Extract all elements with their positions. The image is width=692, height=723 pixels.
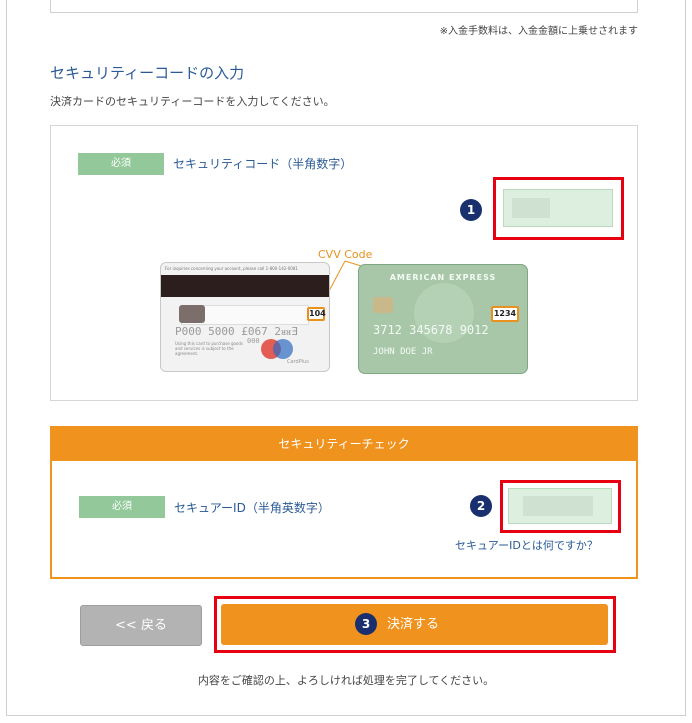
card-back-fine-print: Using this card to purchase goods and se… (175, 341, 244, 356)
back-button[interactable]: << 戻る (80, 605, 202, 646)
secure-id-label: セキュアーID（半角英数字） (174, 501, 330, 515)
magnetic-stripe (161, 275, 329, 297)
section-title: セキュリティーコードの入力 (50, 64, 245, 82)
required-badge: 必須 (79, 496, 165, 518)
card-back-chip (179, 305, 205, 323)
card-back-small-digits: 000 (247, 337, 260, 345)
pay-button[interactable]: 3 決済する (221, 604, 608, 645)
card-logo-blue (273, 339, 293, 359)
secure-id-help-link[interactable]: セキュアーIDとは何ですか？ (455, 537, 598, 553)
cvv-highlight-amex: 1234 (491, 306, 519, 322)
step-3-badge: 3 (355, 613, 377, 635)
amex-chip (373, 297, 393, 313)
card-back-illustration: For inquiries concerning your account, p… (160, 262, 330, 372)
required-badge: 必須 (78, 153, 164, 175)
security-code-label: セキュリティコード（半角数字） (173, 157, 353, 171)
masked-value (512, 198, 550, 218)
security-check-header: セキュリティーチェック (52, 428, 636, 461)
cvv-highlight-back: 104 (307, 307, 326, 321)
security-code-panel: 必須 セキュリティコード（半角数字） (50, 125, 638, 401)
masked-value (523, 496, 593, 516)
pay-button-label: 決済する (387, 617, 440, 632)
card-back-brand: CardPlus (287, 359, 309, 365)
step-2-badge: 2 (470, 495, 492, 517)
fee-note: ※入金手数料は、入金金額に上乗せされます (439, 26, 638, 37)
amex-card-holder: JOHN DOE JR (373, 347, 433, 357)
section-description: 決済カードのセキュリティーコードを入力してください。 (50, 95, 335, 108)
security-code-input[interactable] (503, 189, 613, 227)
previous-section-box (50, 0, 638, 13)
cvv-code-label: CVV Code (318, 248, 373, 261)
confirm-note: 内容をご確認の上、よろしければ処理を完了してください。 (197, 674, 495, 687)
amex-card-number: 3712 345678 9012 (373, 323, 489, 337)
amex-brand: AMERICAN EXPRESS (389, 273, 497, 282)
step-1-badge: 1 (460, 199, 482, 221)
card-back-embossed-number: P000 5000 £067 2ᴚᴚƎ (175, 325, 298, 338)
secure-id-input[interactable] (508, 488, 612, 524)
card-back-top-text: For inquiries concerning your account, p… (165, 266, 298, 271)
